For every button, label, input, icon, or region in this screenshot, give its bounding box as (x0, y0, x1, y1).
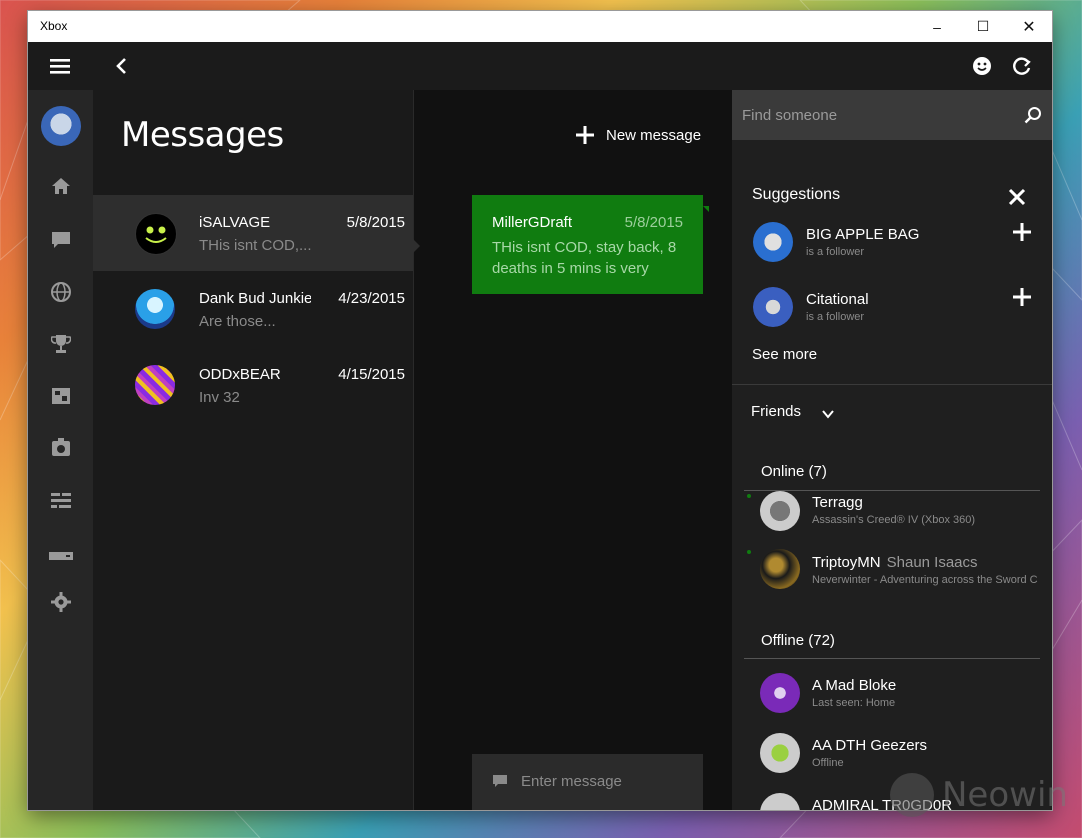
online-header: Online (7) (761, 463, 827, 480)
friend-name: A Mad Bloke (812, 677, 897, 694)
conversation-preview: Are those... (199, 313, 276, 330)
connect-icon[interactable] (28, 536, 93, 576)
games-icon[interactable] (28, 428, 93, 468)
add-friend-icon[interactable] (1013, 284, 1031, 310)
avatar (753, 287, 793, 327)
search-icon[interactable] (1024, 106, 1042, 129)
friend-name: AA DTH Geezers (812, 737, 928, 754)
plus-icon (576, 126, 594, 144)
conversation-item[interactable]: ODDxBEAR 4/15/2015 Inv 32 (93, 347, 413, 423)
left-nav (28, 90, 93, 810)
avatar (135, 365, 175, 405)
page-title: Messages (121, 115, 284, 155)
friend-name: Terragg (812, 494, 863, 511)
conversation-preview: THis isnt COD,... (199, 237, 312, 254)
section-divider (732, 384, 1052, 385)
avatar (760, 673, 800, 713)
neowin-watermark: Neowin (890, 773, 1068, 817)
conversation-item[interactable]: iSALVAGE 5/8/2015 THis isnt COD,... (93, 195, 413, 271)
conversation-name: Dank Bud Junkie (199, 290, 311, 307)
maximize-button[interactable]: ☐ (960, 11, 1006, 42)
selected-caret (413, 239, 420, 253)
home-icon[interactable] (28, 166, 93, 206)
chevron-down-icon (822, 406, 834, 424)
suggestion-name: Citational (806, 291, 869, 308)
trophy-icon[interactable] (28, 324, 93, 364)
suggestion-sub: is a follower (806, 246, 865, 258)
friend-gamertag: TriptoyMN (812, 554, 881, 571)
suggestion-name: BIG APPLE BAG (806, 226, 920, 243)
close-suggestions-icon[interactable] (1008, 187, 1026, 211)
search-placeholder: Find someone (742, 107, 838, 124)
add-friend-icon[interactable] (1013, 219, 1031, 245)
find-someone-input[interactable]: Find someone (732, 90, 1052, 140)
friend-status: Neverwinter - Adventuring across the Swo… (812, 574, 1038, 586)
conversation-name: iSALVAGE (199, 214, 271, 231)
globe-icon[interactable] (28, 272, 93, 312)
window-title: Xbox (40, 19, 68, 33)
close-button[interactable]: ✕ (1006, 11, 1052, 42)
suggestions-title: Suggestions (752, 186, 841, 203)
neowin-logo-icon (890, 773, 934, 817)
conversation-name: ODDxBEAR (199, 366, 281, 383)
new-message-label: New message (606, 126, 702, 144)
friend-status: Assassin's Creed® IV (Xbox 360) (812, 514, 976, 526)
minimize-button[interactable]: – (914, 11, 960, 42)
message-input-placeholder: Enter message (521, 773, 622, 790)
app-window: Xbox – ☐ ✕ Messages New message iSALVAGE… (28, 11, 1052, 810)
title-bar: Xbox – ☐ ✕ (28, 11, 1052, 42)
avatar (760, 549, 800, 589)
new-message-button[interactable]: New message (576, 126, 701, 144)
online-indicator (747, 494, 751, 498)
friend-status: Last seen: Home (812, 697, 896, 709)
avatar (135, 213, 177, 255)
smiley-icon[interactable] (970, 42, 994, 90)
conversation-date: 4/15/2015 (338, 366, 405, 383)
offline-header: Offline (72) (761, 632, 835, 649)
message-text: THis isnt COD, stay back, 8 deaths in 5 … (492, 239, 677, 277)
store-icon[interactable] (28, 376, 93, 416)
friends-title: Friends (751, 403, 802, 420)
avatar (760, 491, 800, 531)
message-bubble: MillerGDraft 5/8/2015 THis isnt COD, sta… (472, 195, 703, 294)
conversation-date: 5/8/2015 (346, 214, 405, 231)
settings-icon[interactable] (28, 582, 93, 622)
conversation-date: 4/23/2015 (338, 290, 405, 307)
chat-icon (492, 774, 508, 792)
avatar (135, 289, 175, 329)
conversation-preview: Inv 32 (199, 389, 240, 406)
activity-icon[interactable] (28, 480, 93, 520)
friend-status: Offline (812, 757, 844, 769)
friend-name: TriptoyMN Shaun Isaacs (812, 554, 978, 571)
conversation-item[interactable]: Dank Bud Junkie 4/23/2015 Are those... (93, 271, 413, 347)
profile-avatar[interactable] (41, 106, 81, 146)
avatar (753, 222, 793, 262)
avatar (760, 733, 800, 773)
messages-icon[interactable] (28, 220, 93, 260)
online-divider (744, 490, 1040, 491)
message-sender: MillerGDraft (492, 214, 573, 231)
back-icon[interactable] (113, 42, 129, 90)
message-input[interactable]: Enter message (472, 754, 703, 810)
hamburger-icon[interactable] (48, 42, 72, 90)
friend-real-name: Shaun Isaacs (886, 554, 978, 571)
message-tail (703, 206, 709, 212)
refresh-icon[interactable] (1010, 42, 1034, 90)
suggestion-sub: is a follower (806, 311, 865, 323)
offline-divider (744, 658, 1040, 659)
see-more-link[interactable]: See more (752, 346, 817, 363)
online-indicator (747, 550, 751, 554)
watermark-text: Neowin (942, 775, 1068, 815)
message-date: 5/8/2015 (624, 214, 683, 231)
app-bar (28, 42, 1052, 90)
